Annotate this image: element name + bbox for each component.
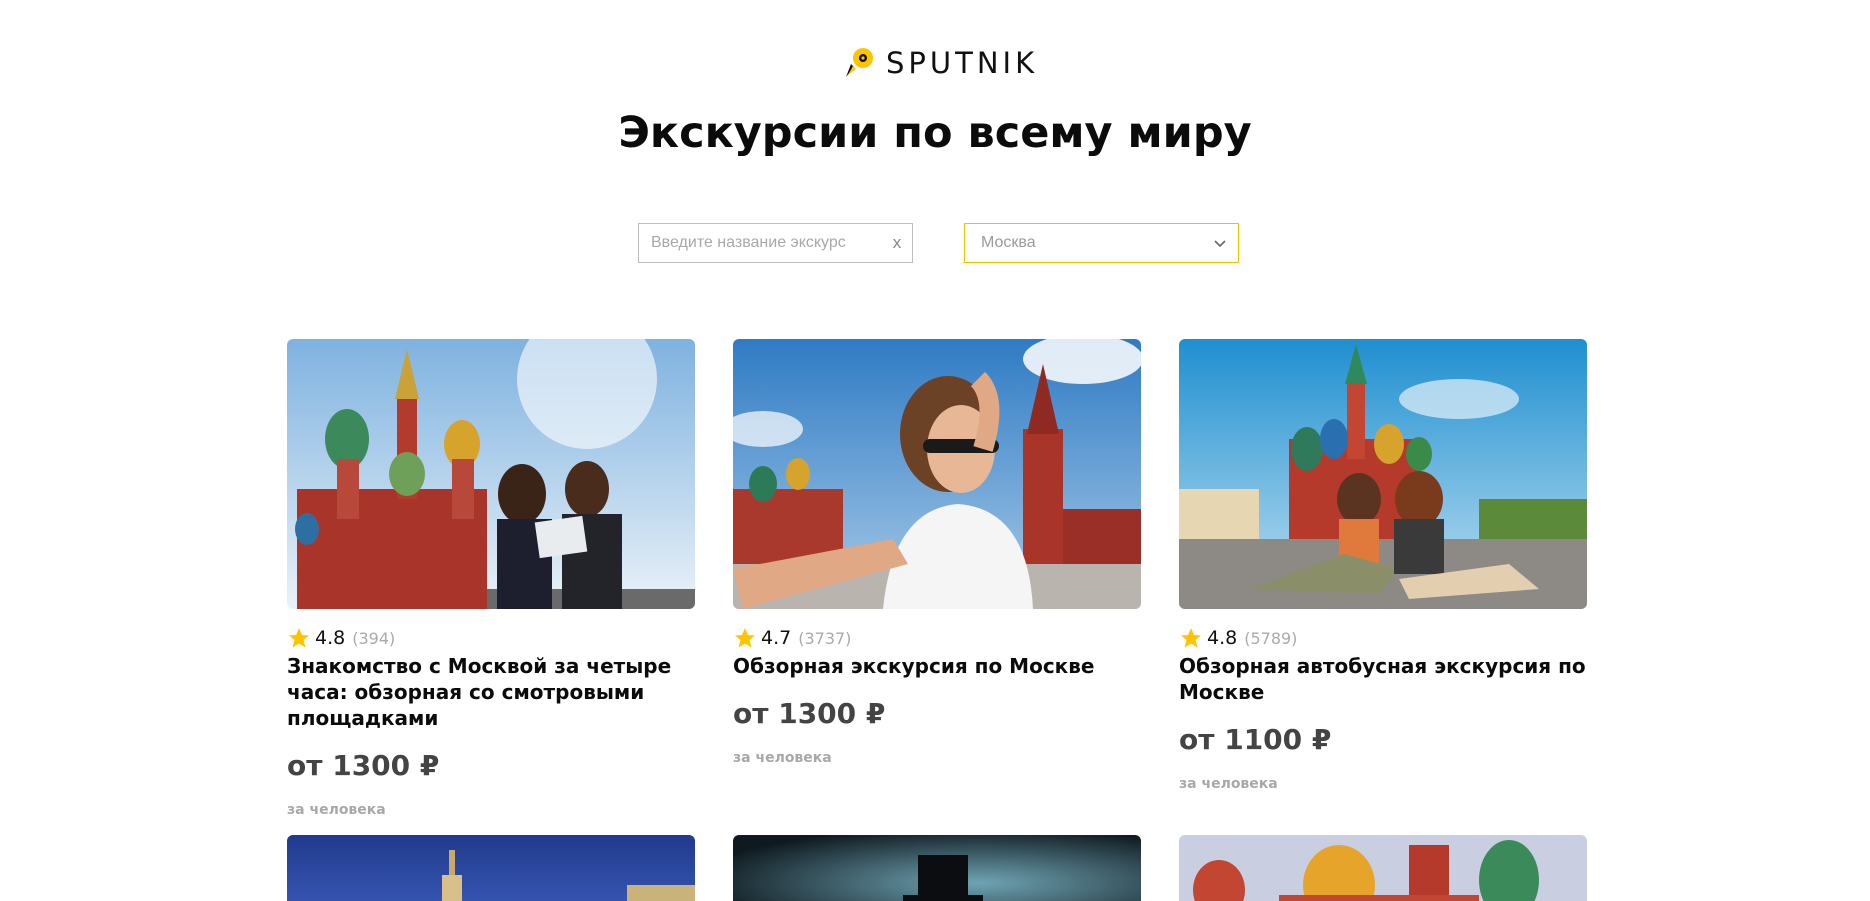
search-input[interactable] [639, 224, 882, 262]
tour-price: от 1300 ₽ [287, 749, 440, 782]
city-select-value: Москва [981, 234, 1036, 251]
tour-photo[interactable] [733, 339, 1141, 609]
tour-price: от 1300 ₽ [733, 697, 886, 730]
rating: 4.8 (5789) [1179, 625, 1587, 651]
price-unit: за человека [1179, 776, 1278, 792]
sputnik-logo[interactable]: SPUTNIK [842, 46, 1038, 80]
tour-card[interactable]: 4.8 (5789) Обзорная автобусная экскурсия… [1179, 339, 1587, 792]
review-count: (5789) [1244, 628, 1298, 648]
review-count: (394) [352, 628, 396, 648]
clear-search-button[interactable]: x [882, 233, 912, 253]
rating-value: 4.7 [761, 627, 792, 649]
tour-title[interactable]: Обзорная экскурсия по Москве [733, 653, 1141, 679]
star-icon [289, 628, 309, 648]
tour-photo[interactable] [287, 835, 695, 901]
rating: 4.7 (3737) [733, 625, 1141, 651]
page-title: Экскурсии по всему миру [618, 108, 1252, 158]
price-unit: за человека [733, 750, 832, 766]
brand-name: SPUTNIK [886, 46, 1039, 80]
rating: 4.8 (394) [287, 625, 695, 651]
tour-photo[interactable] [733, 835, 1141, 901]
rating-value: 4.8 [315, 627, 346, 649]
tour-card[interactable]: 4.8 (394) Знакомство с Москвой за четыре… [287, 339, 695, 818]
price-unit: за человека [287, 802, 386, 818]
tour-title[interactable]: Обзорная автобусная экскурсия по Москве [1179, 653, 1587, 705]
chevron-down-icon [1214, 240, 1226, 248]
review-count: (3737) [798, 628, 852, 648]
city-select[interactable]: Москва [964, 223, 1239, 263]
tour-title[interactable]: Знакомство с Москвой за четыре часа: обз… [287, 653, 695, 731]
rating-value: 4.8 [1207, 627, 1238, 649]
star-icon [1181, 628, 1201, 648]
sputnik-logo-icon [846, 48, 873, 77]
tour-photo[interactable] [1179, 339, 1587, 609]
search-field[interactable]: x [638, 223, 913, 263]
tour-photo[interactable] [287, 339, 695, 609]
star-icon [735, 628, 755, 648]
tour-photo[interactable] [1179, 835, 1587, 901]
tour-price: от 1100 ₽ [1179, 723, 1332, 756]
tour-card[interactable]: 4.7 (3737) Обзорная экскурсия по Москве … [733, 339, 1141, 766]
